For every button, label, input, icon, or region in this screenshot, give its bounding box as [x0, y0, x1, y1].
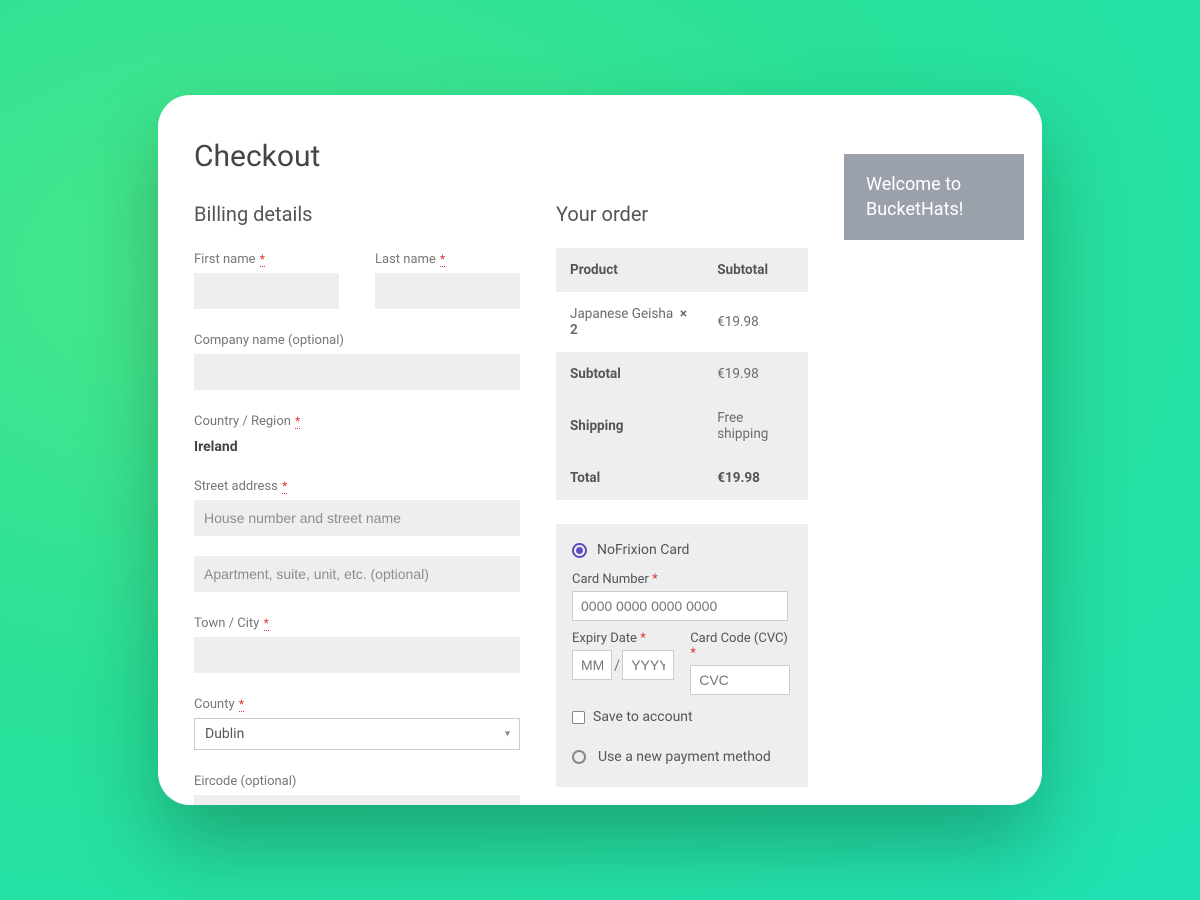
checkout-card: Checkout Billing details First name * La… — [158, 95, 1042, 805]
sidebar-column: Welcome to BucketHats! — [844, 154, 1024, 805]
company-label: Company name (optional) — [194, 333, 344, 348]
card-number-label: Card Number — [572, 572, 649, 587]
required-star: * — [640, 631, 646, 646]
required-mark: * — [260, 252, 265, 267]
city-label: Town / City * — [194, 616, 269, 631]
eircode-input[interactable] — [194, 795, 520, 805]
required-mark: * — [239, 697, 244, 712]
required-star: * — [690, 646, 696, 661]
required-mark: * — [295, 414, 300, 429]
country-label: Country / Region * — [194, 414, 300, 429]
street2-input[interactable] — [194, 556, 520, 592]
billing-heading: Billing details — [194, 202, 520, 226]
cvc-label: Card Code (CVC) — [690, 631, 788, 646]
order-line-item: Japanese Geisha × 2 €19.98 — [556, 292, 808, 352]
required-mark: * — [282, 479, 287, 494]
first-name-label: First name * — [194, 252, 265, 267]
save-to-account-checkbox[interactable] — [572, 711, 585, 724]
required-mark: * — [264, 616, 269, 631]
county-label: County * — [194, 697, 244, 712]
expiry-label: Expiry Date — [572, 631, 637, 646]
order-shipping-value: Free shipping — [703, 396, 808, 456]
order-shipping-label: Shipping — [556, 396, 703, 456]
order-item-subtotal: €19.98 — [703, 292, 808, 352]
street-label: Street address * — [194, 479, 287, 494]
order-head-product: Product — [556, 248, 703, 292]
billing-column: Billing details First name * Last name * — [194, 202, 520, 805]
welcome-banner: Welcome to BucketHats! — [844, 154, 1024, 240]
city-input[interactable] — [194, 637, 520, 673]
required-star: * — [652, 572, 658, 587]
order-item-name: Japanese Geisha — [570, 306, 673, 322]
expiry-mm-input[interactable] — [572, 650, 612, 680]
required-mark: * — [440, 252, 445, 267]
county-select[interactable]: Dublin — [194, 718, 520, 750]
expiry-separator: / — [614, 656, 620, 674]
payment-panel: NoFrixion Card Card Number * Expiry Date… — [556, 524, 808, 787]
order-total-label: Total — [556, 456, 703, 500]
company-input[interactable] — [194, 354, 520, 390]
order-heading: Your order — [556, 202, 808, 226]
order-subtotal-value: €19.98 — [703, 352, 808, 396]
card-number-input[interactable] — [572, 591, 788, 621]
welcome-line1: Welcome to — [866, 172, 1002, 197]
country-value: Ireland — [194, 439, 520, 455]
welcome-line2: BucketHats! — [866, 197, 1002, 222]
order-head-subtotal: Subtotal — [703, 248, 808, 292]
order-subtotal-label: Subtotal — [556, 352, 703, 396]
payment-method-label: NoFrixion Card — [597, 542, 689, 558]
cvc-input[interactable] — [690, 665, 790, 695]
street-input[interactable] — [194, 500, 520, 536]
radio-selected-icon[interactable] — [572, 543, 587, 558]
expiry-yyyy-input[interactable] — [622, 650, 674, 680]
new-payment-method-label: Use a new payment method — [598, 749, 771, 765]
first-name-input[interactable] — [194, 273, 339, 309]
last-name-input[interactable] — [375, 273, 520, 309]
order-table: Product Subtotal Japanese Geisha × 2 €19… — [556, 248, 808, 500]
eircode-label: Eircode (optional) — [194, 774, 296, 789]
last-name-label: Last name * — [375, 252, 445, 267]
save-to-account-label: Save to account — [593, 709, 693, 725]
order-total-value: €19.98 — [703, 456, 808, 500]
radio-unselected-icon[interactable] — [572, 750, 586, 764]
order-column: Your order Product Subtotal Japanese Gei… — [556, 202, 808, 805]
